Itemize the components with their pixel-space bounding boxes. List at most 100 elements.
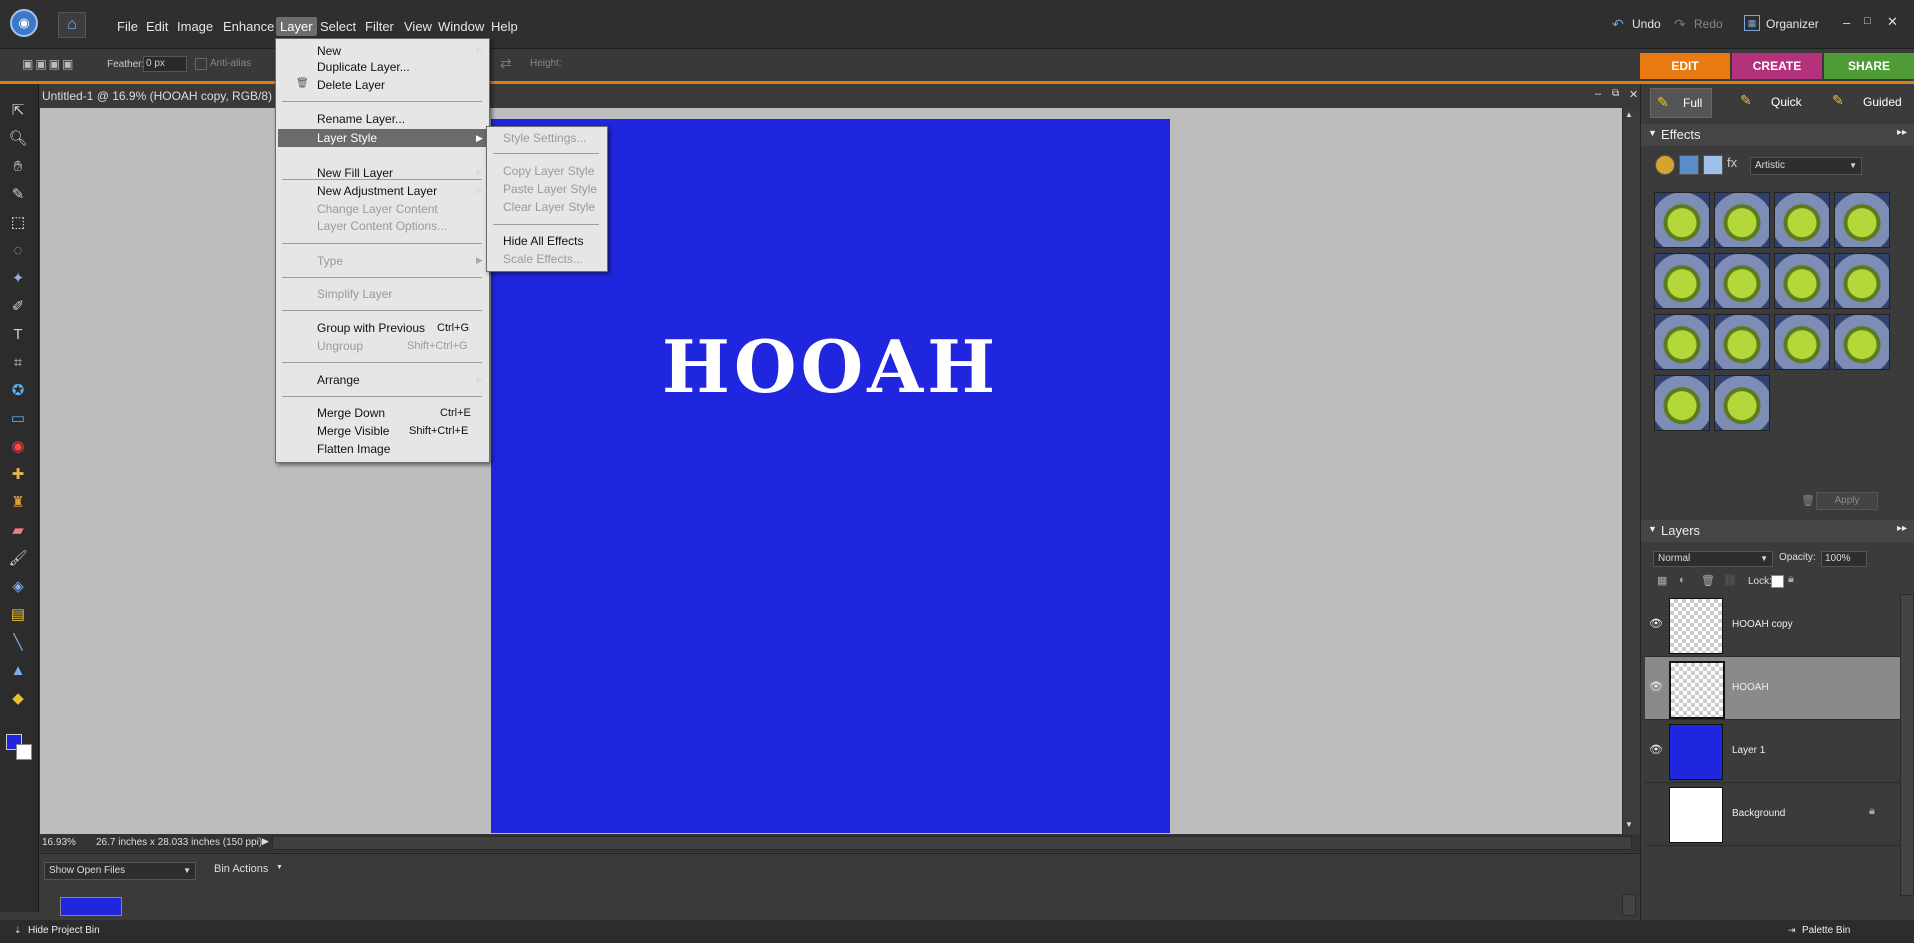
- tab-quick[interactable]: Quick: [1771, 95, 1802, 109]
- effects-category-dropdown[interactable]: Artistic ▼: [1750, 157, 1862, 175]
- menu-item-group-with-previous[interactable]: Group with Previous: [317, 320, 425, 336]
- eye-icon[interactable]: 👁︎: [1649, 680, 1663, 693]
- healing-brush-tool-icon[interactable]: ✚: [6, 464, 30, 486]
- bin-actions-menu[interactable]: Bin Actions: [214, 863, 268, 875]
- menu-select[interactable]: Select: [316, 17, 360, 36]
- antialias-checkbox[interactable]: [195, 58, 207, 70]
- collapse-triangle-icon[interactable]: ▼: [1648, 128, 1657, 138]
- status-menu-arrow-icon[interactable]: ▶: [262, 836, 269, 847]
- cookie-cutter-tool-icon[interactable]: ✪: [6, 380, 30, 402]
- paint-bucket-tool-icon[interactable]: ◈: [6, 576, 30, 598]
- menu-item-type[interactable]: Type: [317, 253, 343, 269]
- eye-icon[interactable]: 👁︎: [1649, 617, 1663, 630]
- move-tool-icon[interactable]: ⇱: [6, 100, 30, 122]
- submenu-item-copy-layer-style[interactable]: Copy Layer Style: [503, 163, 594, 179]
- delete-layer-icon[interactable]: 🗑︎: [1701, 574, 1715, 587]
- menu-filter[interactable]: Filter: [361, 17, 398, 36]
- tab-create[interactable]: CREATE: [1732, 53, 1822, 79]
- effect-thumb[interactable]: [1774, 253, 1830, 309]
- organizer-button[interactable]: Organizer: [1766, 17, 1819, 31]
- menu-item-merge-down[interactable]: Merge Down: [317, 405, 385, 421]
- menu-enhance[interactable]: Enhance: [219, 17, 278, 36]
- app-logo-icon[interactable]: ◉: [10, 9, 38, 37]
- submenu-item-scale-effects[interactable]: Scale Effects...: [503, 251, 583, 267]
- sponge-tool-icon[interactable]: ◆: [6, 688, 30, 710]
- menu-edit[interactable]: Edit: [142, 17, 172, 36]
- scroll-down-icon[interactable]: ▼: [1625, 820, 1633, 829]
- feather-field[interactable]: 0 px: [143, 56, 187, 72]
- submenu-item-style-settings[interactable]: Style Settings...: [503, 130, 586, 146]
- layer-row-layer-1[interactable]: 👁︎ Layer 1: [1645, 720, 1900, 783]
- undo-icon[interactable]: ↶: [1612, 16, 1624, 33]
- apply-button[interactable]: Apply: [1816, 492, 1878, 510]
- clone-stamp-tool-icon[interactable]: ♜: [6, 492, 30, 514]
- tab-guided[interactable]: Guided: [1863, 95, 1902, 109]
- brush-tool-icon[interactable]: 🖌︎: [6, 548, 30, 570]
- menu-item-duplicate-layer[interactable]: Duplicate Layer...: [317, 59, 410, 75]
- menu-view[interactable]: View: [400, 17, 436, 36]
- quick-edit-icon[interactable]: ✎: [1740, 92, 1752, 109]
- layers-scrollbar[interactable]: [1900, 594, 1914, 896]
- swap-icon[interactable]: ⇄: [500, 55, 512, 72]
- menu-layer[interactable]: Layer: [276, 17, 317, 36]
- type-tool-icon[interactable]: T: [6, 324, 30, 346]
- menu-item-ungroup[interactable]: Ungroup: [317, 338, 363, 354]
- redo-icon[interactable]: ↷: [1674, 16, 1686, 33]
- lock-transparent-icon[interactable]: [1771, 575, 1784, 588]
- doc-close-icon[interactable]: ✕: [1629, 88, 1638, 101]
- panel-menu-icon[interactable]: ▸▸: [1897, 523, 1907, 534]
- redo-button[interactable]: Redo: [1694, 17, 1723, 31]
- open-file-thumbnail[interactable]: [60, 897, 122, 916]
- effect-thumb[interactable]: [1714, 253, 1770, 309]
- palette-bin-button[interactable]: Palette Bin: [1802, 925, 1850, 936]
- doc-restore-icon[interactable]: ⧉: [1612, 88, 1619, 99]
- zoom-tool-icon[interactable]: 🔍︎: [6, 128, 30, 150]
- close-icon[interactable]: ✕: [1887, 14, 1898, 30]
- tab-share[interactable]: SHARE: [1824, 53, 1914, 79]
- link-icon[interactable]: ⛓︎: [1723, 574, 1737, 587]
- hide-project-bin-button[interactable]: Hide Project Bin: [28, 925, 100, 936]
- opacity-field[interactable]: 100%: [1821, 551, 1867, 567]
- menu-item-new[interactable]: New: [317, 43, 341, 59]
- effect-thumb[interactable]: [1654, 253, 1710, 309]
- home-icon[interactable]: ⌂: [58, 12, 86, 38]
- submenu-item-paste-layer-style[interactable]: Paste Layer Style: [503, 181, 597, 197]
- effect-thumb[interactable]: [1714, 375, 1770, 431]
- tab-edit[interactable]: EDIT: [1640, 53, 1730, 79]
- eye-icon[interactable]: 👁︎: [1649, 743, 1663, 756]
- blend-mode-dropdown[interactable]: Normal ▼: [1653, 551, 1773, 567]
- effect-thumb[interactable]: [1774, 314, 1830, 370]
- tab-full[interactable]: ✎ Full: [1650, 88, 1712, 118]
- background-color-swatch[interactable]: [16, 744, 32, 760]
- new-layer-icon[interactable]: ▦: [1657, 574, 1667, 587]
- effects-panel-header[interactable]: ▼ Effects ▸▸: [1641, 124, 1914, 146]
- menu-file[interactable]: File: [113, 17, 142, 36]
- marquee-tool-icon[interactable]: ⬚: [6, 212, 30, 234]
- crop-tool-icon[interactable]: ⌗: [6, 352, 30, 374]
- layer-row-hooah-copy[interactable]: 👁︎ HOOAH copy: [1645, 594, 1900, 657]
- menu-image[interactable]: Image: [173, 17, 217, 36]
- submenu-item-hide-all-effects[interactable]: Hide All Effects: [503, 233, 583, 249]
- filters-icon[interactable]: [1655, 155, 1675, 175]
- bin-actions-chevron-icon[interactable]: ▼: [276, 864, 283, 871]
- magic-wand-tool-icon[interactable]: ✦: [6, 268, 30, 290]
- menu-window[interactable]: Window: [434, 17, 488, 36]
- shape-tool-icon[interactable]: ╲: [6, 632, 30, 654]
- collapse-triangle-icon[interactable]: ▼: [1648, 524, 1657, 534]
- maximize-icon[interactable]: □: [1864, 15, 1871, 27]
- menu-item-flatten-image[interactable]: Flatten Image: [317, 441, 390, 457]
- effect-thumb[interactable]: [1654, 314, 1710, 370]
- gradient-tool-icon[interactable]: ▤: [6, 604, 30, 626]
- layer-row-hooah[interactable]: 👁︎ HOOAH: [1645, 657, 1900, 720]
- organizer-icon[interactable]: ▦: [1744, 15, 1760, 31]
- eraser-tool-icon[interactable]: ▰: [6, 520, 30, 542]
- palette-bin-icon[interactable]: ⇥: [1788, 925, 1796, 936]
- effect-thumb[interactable]: [1834, 192, 1890, 248]
- eyedropper-tool-icon[interactable]: ✎: [6, 184, 30, 206]
- panel-menu-icon[interactable]: ▸▸: [1897, 127, 1907, 138]
- quick-selection-tool-icon[interactable]: ✐: [6, 296, 30, 318]
- menu-item-merge-visible[interactable]: Merge Visible: [317, 423, 389, 439]
- show-open-files-dropdown[interactable]: Show Open Files ▼: [44, 862, 196, 880]
- layers-panel-header[interactable]: ▼ Layers ▸▸: [1641, 520, 1914, 542]
- effect-thumb[interactable]: [1654, 192, 1710, 248]
